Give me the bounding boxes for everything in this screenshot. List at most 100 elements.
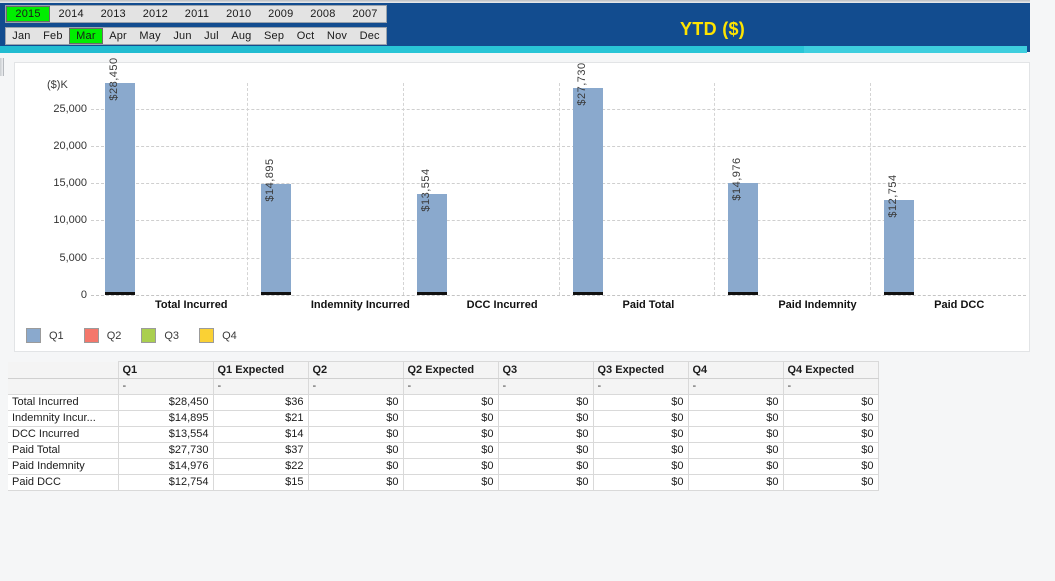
table-header-q4-expected[interactable]: Q4 Expected: [782, 361, 879, 379]
table-cell: $21: [212, 410, 309, 427]
table-header-q1[interactable]: Q1: [117, 361, 214, 379]
legend-item-q3[interactable]: Q3: [141, 328, 179, 343]
period-selector: 2015 2014 2013 2012 2011 2010 2009 2008 2007 Jan…: [0, 0, 392, 48]
table-header-q4[interactable]: Q4: [687, 361, 784, 379]
bar-paid-total[interactable]: [572, 88, 603, 295]
month-tab-aug[interactable]: Aug: [225, 28, 258, 44]
table-cell: $0: [402, 410, 499, 427]
table-cell: $0: [592, 458, 689, 475]
month-tabstrip[interactable]: Jan Feb Mar Apr May Jun Jul Aug Sep Oct Nov Dec: [5, 27, 387, 45]
accent-bar-segment: [330, 46, 804, 53]
table-cell: $14,895: [117, 410, 214, 427]
legend-item-q4[interactable]: Q4: [199, 328, 237, 343]
legend-label: Q3: [164, 329, 180, 342]
table-cell: $0: [592, 426, 689, 443]
month-tab-jan[interactable]: Jan: [6, 28, 37, 44]
table-cell: $0: [497, 442, 594, 459]
month-tab-oct[interactable]: Oct: [290, 28, 320, 44]
table-subheader-cell: -: [592, 378, 689, 395]
year-tabstrip[interactable]: 2015 2014 2013 2012 2011 2010 2009 2008 2007: [5, 5, 387, 23]
legend-swatch-q1: [26, 328, 41, 343]
table-cell: $13,554: [117, 426, 214, 443]
year-tab-2015[interactable]: 2015: [6, 6, 51, 22]
y-axis-tick-label: 10,000: [53, 214, 87, 227]
table-cell: $12,754: [117, 474, 214, 491]
table-cell: $0: [307, 458, 404, 475]
table-row[interactable]: Indemnity Incur... $14,895 $21 $0 $0 $0 $0 $0 $0: [8, 410, 879, 427]
accent-bar: [0, 46, 1027, 53]
table-cell: $0: [687, 458, 784, 475]
table-cell: $0: [592, 442, 689, 459]
table-subheader-cell: -: [117, 378, 214, 395]
table-cell: $0: [687, 410, 784, 427]
table-cell: $14,976: [117, 458, 214, 475]
table-header-q2[interactable]: Q2: [307, 361, 404, 379]
year-tab-2013[interactable]: 2013: [92, 6, 134, 22]
month-tab-nov[interactable]: Nov: [321, 28, 354, 44]
year-tab-2008[interactable]: 2008: [302, 6, 344, 22]
header-right-filler: [1030, 0, 1055, 52]
x-axis-category-label: Paid Indemnity: [778, 299, 857, 311]
x-axis-category-label: Indemnity Incurred: [310, 299, 410, 311]
month-tab-apr[interactable]: Apr: [103, 28, 133, 44]
plot-area: $28,450 Total Incurred $14,895 Indemnity In…: [91, 57, 1026, 315]
x-axis-category-label: Paid DCC: [934, 299, 985, 311]
table-cell: $0: [497, 458, 594, 475]
x-axis-line: [91, 295, 1026, 296]
y-axis-tick-label: 5,000: [59, 251, 87, 264]
table-cell: $0: [592, 474, 689, 491]
year-tab-2007[interactable]: 2007: [344, 6, 386, 22]
year-tab-2010[interactable]: 2010: [218, 6, 260, 22]
table-row[interactable]: Total Incurred $28,450 $36 $0 $0 $0 $0 $0 $0: [8, 394, 879, 411]
legend-swatch-q4: [199, 328, 215, 343]
legend-label: Q1: [49, 329, 64, 342]
month-tab-sep[interactable]: Sep: [258, 28, 291, 44]
table-header-q2-expected[interactable]: Q2 Expected: [402, 361, 499, 379]
table-row[interactable]: Paid DCC $12,754 $15 $0 $0 $0 $0 $0 $0: [8, 474, 879, 491]
year-tab-2014[interactable]: 2014: [50, 6, 92, 22]
legend-label: Q4: [222, 329, 237, 342]
month-tab-jul[interactable]: Jul: [198, 28, 225, 44]
table-header-q3[interactable]: Q3: [497, 361, 594, 379]
table-header-q3-expected[interactable]: Q3 Expected: [592, 361, 689, 379]
table-row[interactable]: Paid Total $27,730 $37 $0 $0 $0 $0 $0 $0: [8, 442, 879, 459]
bar-total-incurred[interactable]: [105, 83, 135, 295]
table-row-label: Total Incurred: [8, 394, 119, 411]
table-header-blank[interactable]: [8, 361, 119, 379]
table-cell: $0: [402, 458, 499, 475]
table-cell: $22: [212, 458, 309, 475]
legend-item-q1[interactable]: Q1: [26, 328, 64, 343]
table-row-label: Paid Indemnity: [8, 458, 119, 475]
table-cell: $0: [497, 410, 594, 427]
table-cell: $27,730: [117, 442, 214, 459]
month-tab-mar[interactable]: Mar: [68, 28, 103, 44]
y-axis-tick-label: 25,000: [53, 102, 87, 115]
table-row-label: Indemnity Incur...: [8, 410, 119, 427]
table-row-label: Paid Total: [8, 442, 119, 459]
table-cell: $28,450: [117, 394, 214, 411]
year-tab-2009[interactable]: 2009: [260, 6, 302, 22]
table-row[interactable]: DCC Incurred $13,554 $14 $0 $0 $0 $0 $0 $0: [8, 426, 879, 443]
table-row[interactable]: Paid Indemnity $14,976 $22 $0 $0 $0 $0 $0 $0: [8, 458, 879, 475]
month-tab-feb[interactable]: Feb: [37, 28, 69, 44]
table-header-q1-expected[interactable]: Q1 Expected: [212, 361, 309, 379]
table-cell: $0: [782, 442, 879, 459]
y-axis-tick-label: 20,000: [53, 139, 87, 152]
y-axis-tick-label: 15,000: [53, 177, 87, 190]
table-subheader-row: --------: [8, 378, 879, 395]
legend-swatch-q3: [141, 328, 157, 343]
title-bar: YTD ($): [392, 3, 1030, 46]
accent-bar-segment: [804, 46, 1027, 53]
table-cell: $0: [592, 410, 689, 427]
month-tab-dec[interactable]: Dec: [353, 28, 386, 44]
year-tab-2012[interactable]: 2012: [134, 6, 176, 22]
table-cell: $0: [687, 426, 784, 443]
month-tab-jun[interactable]: Jun: [167, 28, 198, 44]
panel-collapse-handle[interactable]: [0, 58, 4, 76]
table-subheader-cell: [8, 378, 119, 395]
table-cell: $0: [307, 410, 404, 427]
month-tab-may[interactable]: May: [133, 28, 167, 44]
legend-swatch-q2: [83, 328, 99, 343]
year-tab-2011[interactable]: 2011: [176, 6, 217, 22]
legend-item-q2[interactable]: Q2: [83, 328, 121, 343]
